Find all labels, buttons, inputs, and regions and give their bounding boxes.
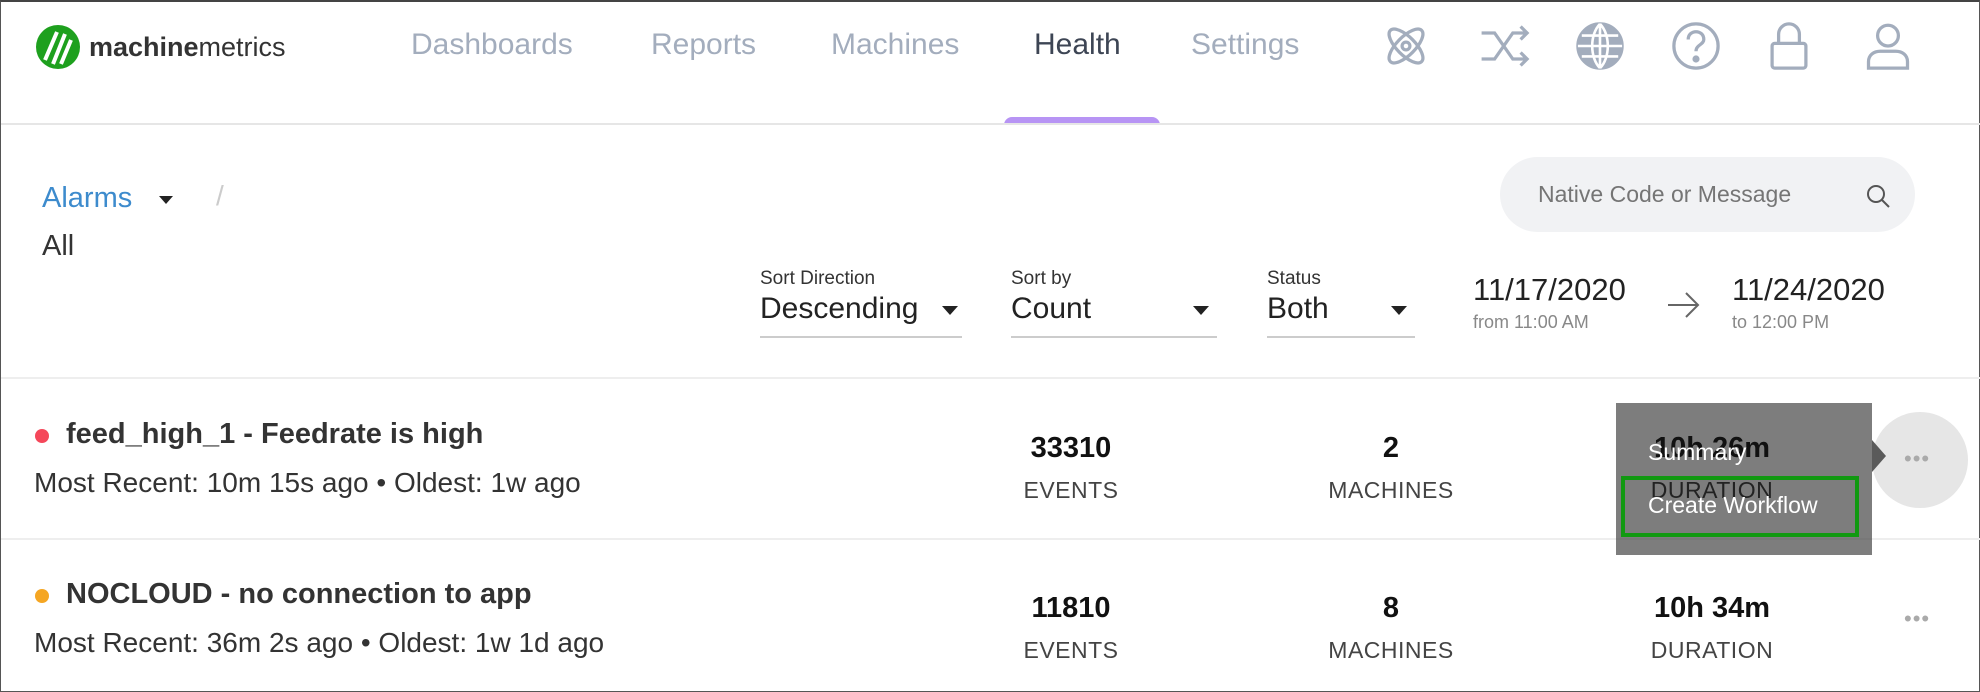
status-label: Status bbox=[1267, 268, 1321, 289]
header-divider bbox=[1, 123, 1980, 125]
breadcrumb-alarms[interactable]: Alarms bbox=[42, 182, 132, 215]
sort-by-label: Sort by bbox=[1011, 268, 1072, 289]
duration-label: DURATION bbox=[1650, 637, 1774, 663]
chevron-down-icon bbox=[1193, 306, 1209, 315]
help-icon[interactable] bbox=[1670, 20, 1722, 72]
menu-item-create-workflow[interactable]: Create Workflow bbox=[1621, 476, 1859, 537]
brand-light: metrics bbox=[198, 31, 286, 62]
brand-bold: machine bbox=[89, 31, 199, 62]
filters-divider bbox=[1, 377, 1980, 379]
date-to[interactable]: 11/24/2020 to 12:00 PM bbox=[1732, 272, 1885, 333]
alarm-title[interactable]: NOCLOUD - no connection to app bbox=[66, 578, 532, 611]
globe-icon[interactable] bbox=[1574, 20, 1626, 72]
sort-by-select[interactable]: Count bbox=[1011, 292, 1217, 338]
alarm-title[interactable]: feed_high_1 - Feedrate is high bbox=[66, 418, 483, 451]
machines-count: 2 bbox=[1382, 432, 1400, 464]
app-logo[interactable]: machine metrics bbox=[35, 24, 286, 70]
nav-settings[interactable]: Settings bbox=[1191, 28, 1299, 62]
alarm-subtitle: Most Recent: 10m 15s ago • Oldest: 1w ag… bbox=[34, 467, 581, 498]
arrow-right-icon bbox=[1668, 292, 1700, 318]
sort-direction-label: Sort Direction bbox=[760, 268, 876, 289]
alarm-subtitle: Most Recent: 36m 2s ago • Oldest: 1w 1d … bbox=[34, 627, 605, 658]
nav-health[interactable]: Health bbox=[1034, 28, 1121, 62]
shuffle-icon[interactable] bbox=[1479, 20, 1531, 72]
sort-direction-select[interactable]: Descending bbox=[760, 292, 962, 338]
search-box[interactable] bbox=[1500, 157, 1915, 232]
nav-dashboards[interactable]: Dashboards bbox=[411, 28, 573, 62]
more-icon[interactable]: ••• bbox=[1904, 446, 1930, 472]
nav-machines[interactable]: Machines bbox=[831, 28, 959, 62]
nav-reports[interactable]: Reports bbox=[651, 28, 756, 62]
menu-pointer bbox=[1872, 440, 1886, 472]
atom-icon[interactable] bbox=[1380, 20, 1432, 72]
events-label: EVENTS bbox=[1023, 637, 1119, 663]
breadcrumb-separator: / bbox=[216, 180, 224, 211]
chevron-down-icon bbox=[942, 306, 958, 315]
logo-icon bbox=[36, 25, 80, 69]
status-dot bbox=[35, 589, 49, 603]
breadcrumb-current: All bbox=[42, 230, 75, 262]
chevron-down-icon bbox=[1391, 306, 1407, 315]
menu-item-summary[interactable]: Summary bbox=[1648, 439, 1746, 466]
search-icon[interactable] bbox=[1865, 183, 1891, 209]
machines-count: 8 bbox=[1382, 592, 1400, 624]
search-input[interactable] bbox=[1538, 177, 1838, 211]
events-label: EVENTS bbox=[1023, 477, 1119, 503]
duration-value: 10h 34m bbox=[1653, 592, 1771, 624]
status-dot bbox=[35, 429, 49, 443]
events-count: 33310 bbox=[1030, 432, 1112, 464]
events-count: 11810 bbox=[1031, 592, 1111, 624]
lock-icon[interactable] bbox=[1763, 20, 1815, 72]
date-from[interactable]: 11/17/2020 from 11:00 AM bbox=[1473, 272, 1626, 333]
user-icon[interactable] bbox=[1862, 20, 1914, 72]
machines-label: MACHINES bbox=[1328, 477, 1454, 503]
machines-label: MACHINES bbox=[1328, 637, 1454, 663]
status-select[interactable]: Both bbox=[1267, 292, 1415, 338]
more-icon[interactable]: ••• bbox=[1904, 606, 1930, 632]
breadcrumb-caret-icon[interactable] bbox=[159, 196, 173, 204]
